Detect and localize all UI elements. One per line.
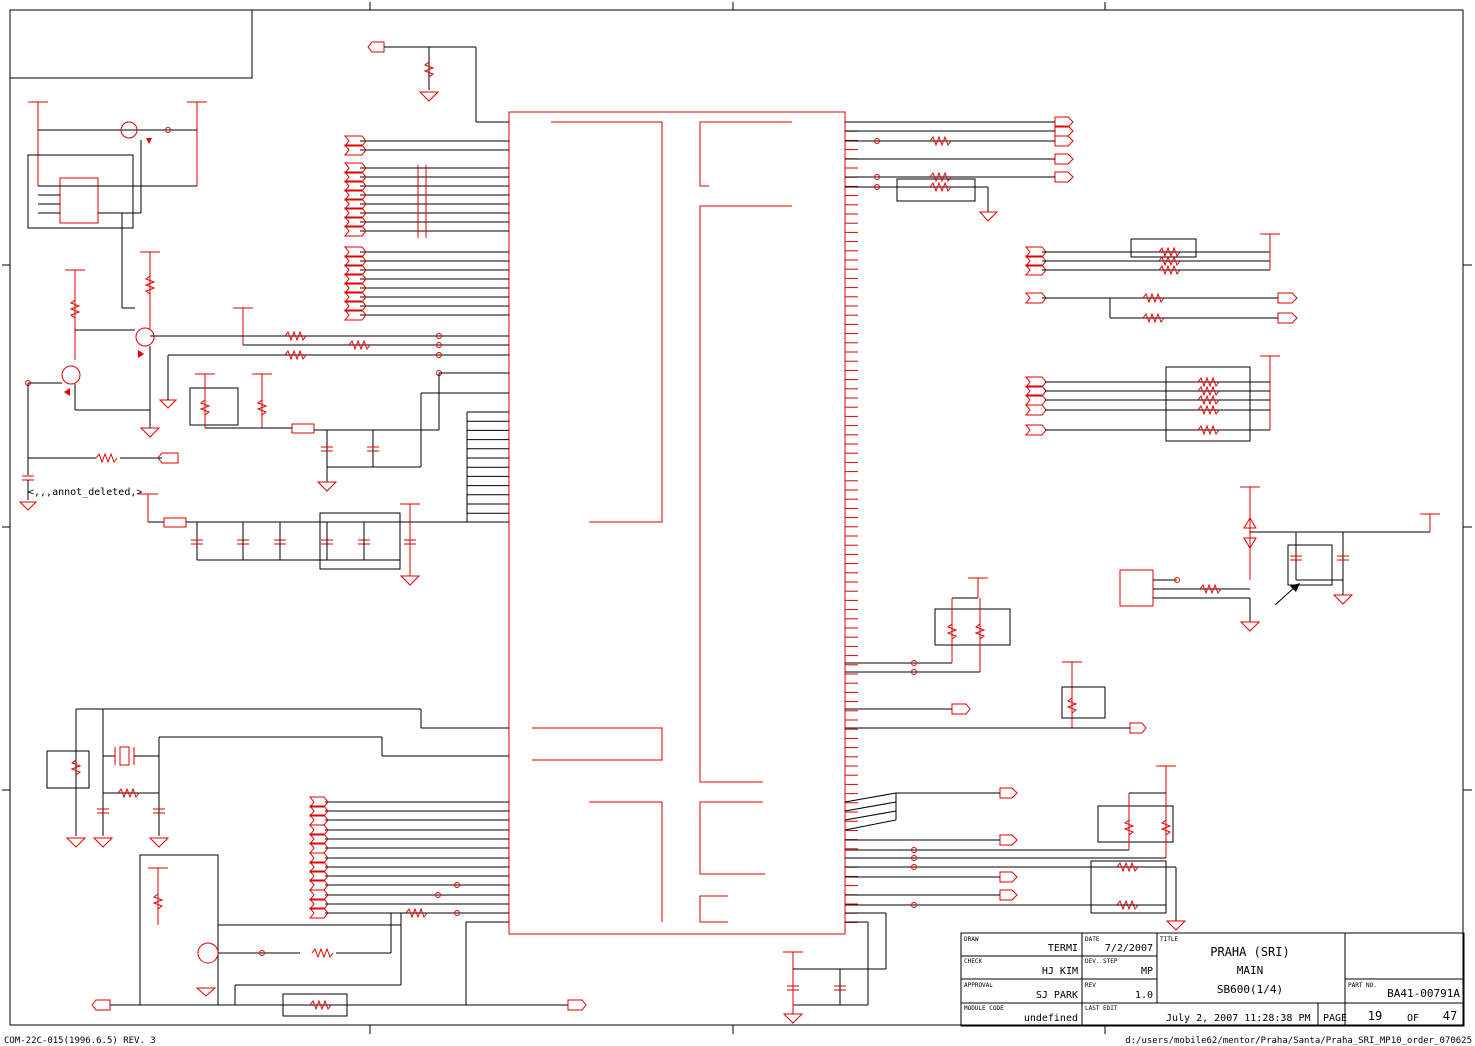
chip-pins-right (845, 121, 858, 923)
part-no-value: BA41-00791A (1387, 987, 1460, 1000)
port-connector (1277, 292, 1298, 304)
port-connector (1024, 424, 1047, 436)
date-value: 7/2/2007 (1105, 943, 1153, 954)
sb600-chip (508, 111, 846, 935)
sheet-border (2, 2, 1472, 1034)
port-connector (1024, 404, 1047, 416)
title-line-2: MAIN (1237, 964, 1264, 977)
crystal-oscillator (46, 708, 509, 848)
page-label: PAGE (1323, 1013, 1347, 1024)
transistor-block (91, 854, 587, 1017)
right-port-connectors (999, 116, 1298, 901)
decoupling-caps (138, 412, 509, 586)
approval-label: APPROVAL (964, 982, 993, 989)
last-edit-label: LAST EDIT (1085, 1005, 1118, 1012)
top-input (367, 41, 509, 123)
dev-step-value: MP (1141, 966, 1153, 977)
check-value: HJ KIM (1042, 966, 1078, 977)
page-total: 47 (1443, 1009, 1457, 1023)
check-label: CHECK (964, 958, 982, 965)
bus-stubs (467, 411, 509, 514)
deleted-annotation: <,,,annot_deleted,> (28, 487, 142, 498)
bottom-ground-caps (782, 912, 887, 1024)
port-connector (999, 871, 1018, 883)
module-code-label: MODULE CODE (964, 1005, 1004, 1012)
schematic-sheet: <,,,annot_deleted,> DRAW TERMI DATE 7/2/… (2, 2, 1472, 1046)
title-line-3: SB600(1/4) (1217, 983, 1283, 996)
resistor-pair-mid-right (845, 577, 1147, 734)
port-connector (999, 787, 1018, 799)
diode-protection-block (1119, 486, 1440, 632)
form-code: COM-22C-015(1996.6.5) REV. 3 (4, 1036, 156, 1046)
port-connector (1054, 153, 1074, 165)
rev-value: 1.0 (1135, 990, 1153, 1001)
rc-filter-block (189, 373, 509, 492)
port-connector (1054, 135, 1074, 147)
draw-value: TERMI (1048, 943, 1078, 954)
port-connector (1277, 312, 1298, 324)
last-edit-value: July 2, 2007 11:28:38 PM (1166, 1013, 1311, 1024)
port-connector (1054, 171, 1074, 183)
title-line-1: PRAHA (SRI) (1210, 945, 1289, 959)
rev-label: REV (1085, 982, 1096, 989)
right-top-block (845, 121, 1055, 222)
approval-value: SJ PARK (1036, 990, 1078, 1001)
of-label: OF (1407, 1013, 1419, 1024)
port-connector (999, 889, 1018, 901)
left-port-connectors (343, 135, 427, 321)
date-label: DATE (1085, 936, 1100, 943)
power-switch-block (27, 101, 207, 309)
resistor-network-upper-right (1042, 233, 1280, 442)
module-code-value: undefined (1024, 1013, 1078, 1024)
draw-label: DRAW (964, 936, 979, 943)
pullup-resistors (150, 307, 509, 376)
page-number: 19 (1368, 1009, 1382, 1023)
dev-step-label: DEV. STEP (1085, 958, 1118, 965)
file-path: d:/users/mobile62/mentor/Praha/Santa/Pra… (1125, 1036, 1472, 1046)
mosfet-driver-block (18, 251, 179, 511)
title-label: TITLE (1160, 936, 1178, 943)
title-block: DRAW TERMI DATE 7/2/2007 CHECK HJ KIM DE… (960, 932, 1465, 1027)
part-no-label: PART NO. (1348, 982, 1377, 989)
port-connector (999, 834, 1018, 846)
